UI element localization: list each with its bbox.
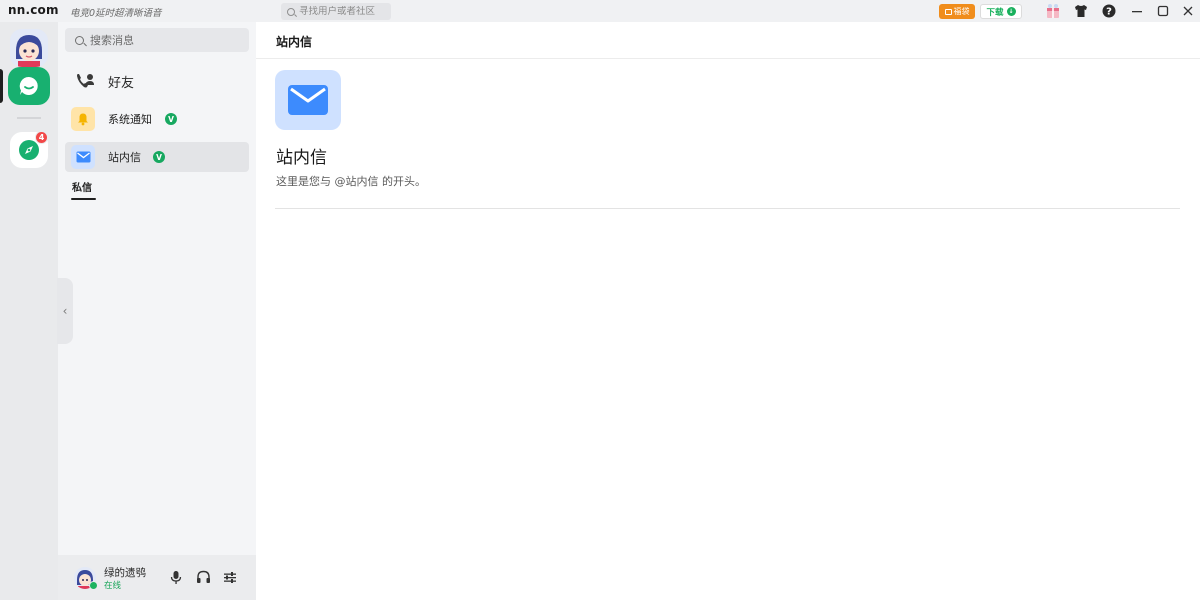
search-icon bbox=[75, 35, 84, 45]
event-gift-icon[interactable] bbox=[1045, 3, 1061, 19]
discover-unread-badge: 4 bbox=[35, 131, 48, 144]
verified-badge: V bbox=[165, 113, 177, 125]
help-icon[interactable]: ? bbox=[1101, 3, 1117, 19]
sidebar-collapse-handle[interactable]: ‹ bbox=[57, 278, 73, 344]
user-name: 绿的遗鸮 bbox=[104, 567, 146, 579]
chat-bubble-icon bbox=[19, 76, 38, 95]
inbox-hero-tile bbox=[275, 70, 341, 130]
verified-badge: V bbox=[153, 151, 165, 163]
rail-messages[interactable] bbox=[8, 67, 50, 105]
hero-divider bbox=[275, 208, 1180, 209]
tab-active-underline bbox=[71, 198, 96, 200]
sidebar-item-system-notice[interactable]: 系统通知 V bbox=[65, 104, 249, 134]
user-status-bar: 绿的遗鸮 在线 bbox=[58, 555, 256, 600]
mail-icon bbox=[76, 151, 90, 163]
conversation-main: 站内信 站内信 这里是您与 @站内信 的开头。 bbox=[256, 22, 1200, 600]
global-search[interactable] bbox=[281, 3, 391, 20]
sidebar-item-label: 站内信 bbox=[108, 151, 141, 164]
conversation-header: 站内信 bbox=[256, 22, 1200, 59]
rail-active-indicator bbox=[0, 69, 3, 103]
bell-icon bbox=[78, 113, 88, 126]
app-rail: 4 bbox=[0, 22, 58, 600]
conversation-hero-name: 站内信 bbox=[276, 148, 327, 168]
lucky-bag-label: 福袋 bbox=[953, 7, 970, 16]
message-search[interactable] bbox=[65, 28, 249, 52]
download-button[interactable]: 下载 ↓ bbox=[980, 4, 1022, 19]
download-icon: ↓ bbox=[1006, 7, 1016, 16]
sidebar-item-inbox[interactable]: 站内信 V bbox=[65, 142, 249, 172]
mail-tile bbox=[71, 145, 95, 169]
gift-box-icon bbox=[944, 8, 952, 15]
svg-text:?: ? bbox=[1106, 7, 1112, 18]
slogan-text: 电竞0延时超清晰语音 bbox=[70, 8, 162, 19]
title-bar: nn.com 电竞0延时超清晰语音 福袋 下载 ↓ ? bbox=[0, 0, 1200, 22]
microphone-icon[interactable] bbox=[168, 569, 184, 585]
app-window: nn.com 电竞0延时超清晰语音 福袋 下载 ↓ ? bbox=[0, 0, 1200, 600]
search-icon bbox=[287, 7, 295, 16]
mail-icon bbox=[288, 85, 328, 115]
headphones-icon[interactable] bbox=[195, 569, 211, 585]
notice-tile bbox=[71, 107, 95, 131]
user-status-text: 在线 bbox=[104, 581, 122, 591]
tab-private-messages[interactable]: 私信 bbox=[72, 179, 92, 194]
close-icon[interactable] bbox=[1180, 3, 1196, 19]
audio-settings-icon[interactable] bbox=[222, 569, 238, 585]
friends-icon bbox=[75, 72, 95, 94]
chevron-left-icon: ‹ bbox=[62, 304, 68, 318]
message-search-input[interactable] bbox=[90, 33, 240, 47]
conversation-hero-description: 这里是您与 @站内信 的开头。 bbox=[276, 175, 426, 188]
sidebar-item-friends[interactable]: 好友 bbox=[65, 66, 249, 96]
global-search-input[interactable] bbox=[299, 6, 389, 17]
skin-shirt-icon[interactable] bbox=[1073, 3, 1089, 19]
conversation-sidebar: 好友 系统通知 V 站内信 V bbox=[58, 22, 256, 600]
rail-divider bbox=[17, 117, 41, 119]
brand-logo[interactable]: nn.com bbox=[8, 3, 59, 17]
profile-avatar[interactable] bbox=[10, 29, 48, 67]
online-status-dot bbox=[89, 581, 98, 590]
conversation-title: 站内信 bbox=[276, 35, 313, 49]
sidebar-item-label: 系统通知 bbox=[108, 113, 152, 126]
friends-label: 好友 bbox=[108, 75, 135, 91]
lucky-bag-button[interactable]: 福袋 bbox=[939, 4, 975, 19]
maximize-icon[interactable] bbox=[1155, 3, 1171, 19]
download-label: 下载 bbox=[986, 7, 1004, 18]
minimize-icon[interactable] bbox=[1129, 3, 1145, 19]
